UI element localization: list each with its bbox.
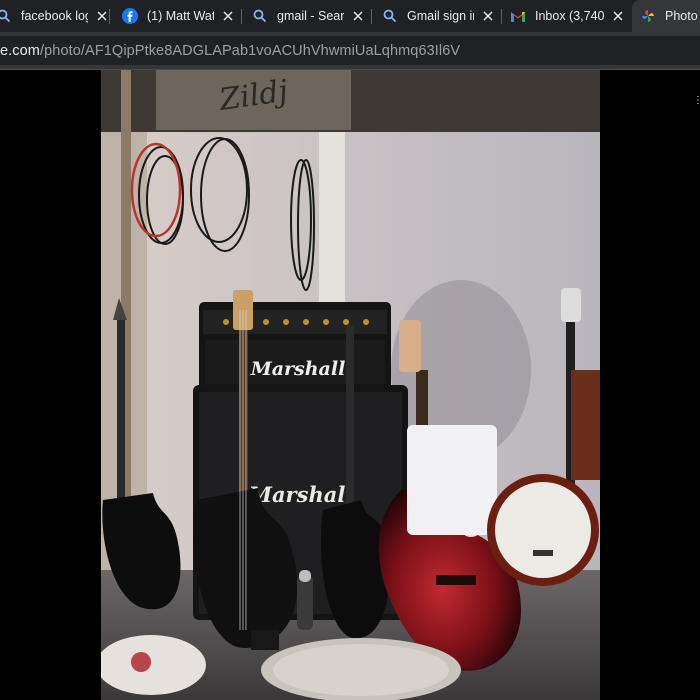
tab-title: (1) Matt Wats — [147, 9, 214, 23]
close-icon[interactable] — [480, 8, 496, 24]
search-icon — [0, 8, 12, 24]
browser-toolbar: e.com/photo/AF1QipPtke8ADGLAPab1voACUhVh… — [0, 32, 700, 69]
cabinet-logo: Marshall — [248, 482, 354, 507]
facebook-icon — [122, 8, 138, 24]
tab-title: facebook log — [21, 9, 88, 23]
tab-title: Inbox (3,740) — [535, 9, 604, 23]
tab-title: gmail - Search — [277, 9, 344, 23]
url-text[interactable]: e.com/photo/AF1QipPtke8ADGLAPab1voACUhVh… — [0, 43, 460, 59]
close-icon[interactable] — [220, 8, 236, 24]
url-host: e.com — [0, 42, 40, 59]
tab-strip: facebook log (1) Matt Wats gmail - Searc… — [0, 0, 700, 32]
tab-matt-watson[interactable]: (1) Matt Wats — [114, 0, 242, 32]
tab-gmail-sign-in[interactable]: Gmail sign in — [372, 0, 502, 32]
google-photos-icon — [640, 8, 656, 24]
address-bar[interactable]: e.com/photo/AF1QipPtke8ADGLAPab1voACUhVh… — [0, 36, 700, 65]
tab-google-photos[interactable]: Photo — [632, 0, 700, 32]
guitar-photo-illustration: Zildj Marshall Marshall — [101, 70, 600, 700]
tab-separator — [109, 9, 110, 24]
close-icon[interactable] — [94, 8, 110, 24]
tab-title: Gmail sign in — [407, 9, 474, 23]
search-icon — [252, 8, 268, 24]
gmail-icon — [510, 8, 526, 24]
tab-facebook-login[interactable]: facebook log — [0, 0, 110, 32]
tab-gmail-inbox[interactable]: Inbox (3,740) — [502, 0, 632, 32]
search-icon — [382, 8, 398, 24]
close-icon[interactable] — [350, 8, 366, 24]
close-icon[interactable] — [610, 8, 626, 24]
tab-title: Photo — [665, 9, 698, 23]
tab-gmail-search[interactable]: gmail - Search — [242, 0, 372, 32]
more-options-icon[interactable]: ⋮ — [693, 96, 700, 106]
photo-image[interactable]: Zildj Marshall Marshall — [101, 70, 600, 700]
amp-head-logo: Marshall — [250, 358, 346, 380]
photo-viewer: Zildj Marshall Marshall ⋮ — [0, 70, 700, 700]
url-path: /photo/AF1QipPtke8ADGLAPab1voACUhVhwmiUa… — [40, 42, 461, 59]
